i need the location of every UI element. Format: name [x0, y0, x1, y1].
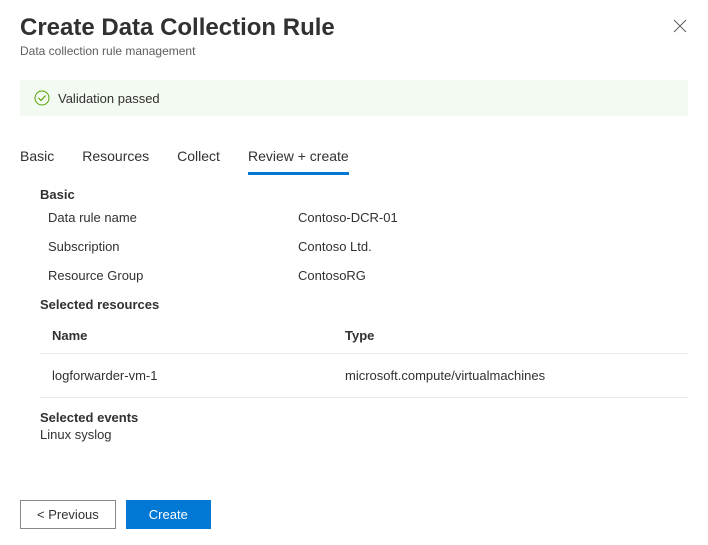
page-subtitle: Data collection rule management — [20, 44, 688, 58]
row-data-rule-name: Data rule name Contoso-DCR-01 — [40, 210, 688, 225]
selected-events-heading: Selected events — [40, 410, 688, 425]
section-selected-resources-heading: Selected resources — [40, 297, 688, 312]
col-header-type: Type — [345, 328, 688, 343]
label-subscription: Subscription — [48, 239, 298, 254]
label-data-rule-name: Data rule name — [48, 210, 298, 225]
validation-banner: Validation passed — [20, 80, 688, 116]
create-button[interactable]: Create — [126, 500, 211, 529]
section-basic-heading: Basic — [40, 187, 688, 202]
tab-collect[interactable]: Collect — [177, 142, 220, 175]
cell-type: microsoft.compute/virtualmachines — [345, 368, 688, 383]
value-data-rule-name: Contoso-DCR-01 — [298, 210, 398, 225]
page-title: Create Data Collection Rule — [20, 14, 688, 42]
value-subscription: Contoso Ltd. — [298, 239, 372, 254]
check-circle-icon — [34, 90, 50, 106]
col-header-name: Name — [52, 328, 345, 343]
row-subscription: Subscription Contoso Ltd. — [40, 239, 688, 254]
selected-events-value: Linux syslog — [40, 427, 688, 442]
table-row: logforwarder-vm-1 microsoft.compute/virt… — [40, 354, 688, 398]
table-header: Name Type — [40, 322, 688, 354]
tab-resources[interactable]: Resources — [82, 142, 149, 175]
tab-basic[interactable]: Basic — [20, 142, 54, 175]
tabs: Basic Resources Collect Review + create — [0, 142, 708, 175]
close-icon — [673, 19, 687, 33]
row-resource-group: Resource Group ContosoRG — [40, 268, 688, 283]
tab-review-create[interactable]: Review + create — [248, 142, 349, 175]
label-resource-group: Resource Group — [48, 268, 298, 283]
validation-message: Validation passed — [58, 91, 160, 106]
cell-name: logforwarder-vm-1 — [52, 368, 345, 383]
value-resource-group: ContosoRG — [298, 268, 366, 283]
close-button[interactable] — [672, 18, 688, 34]
footer: < Previous Create — [20, 500, 211, 529]
previous-button[interactable]: < Previous — [20, 500, 116, 529]
section-selected-events: Selected events Linux syslog — [40, 410, 688, 442]
